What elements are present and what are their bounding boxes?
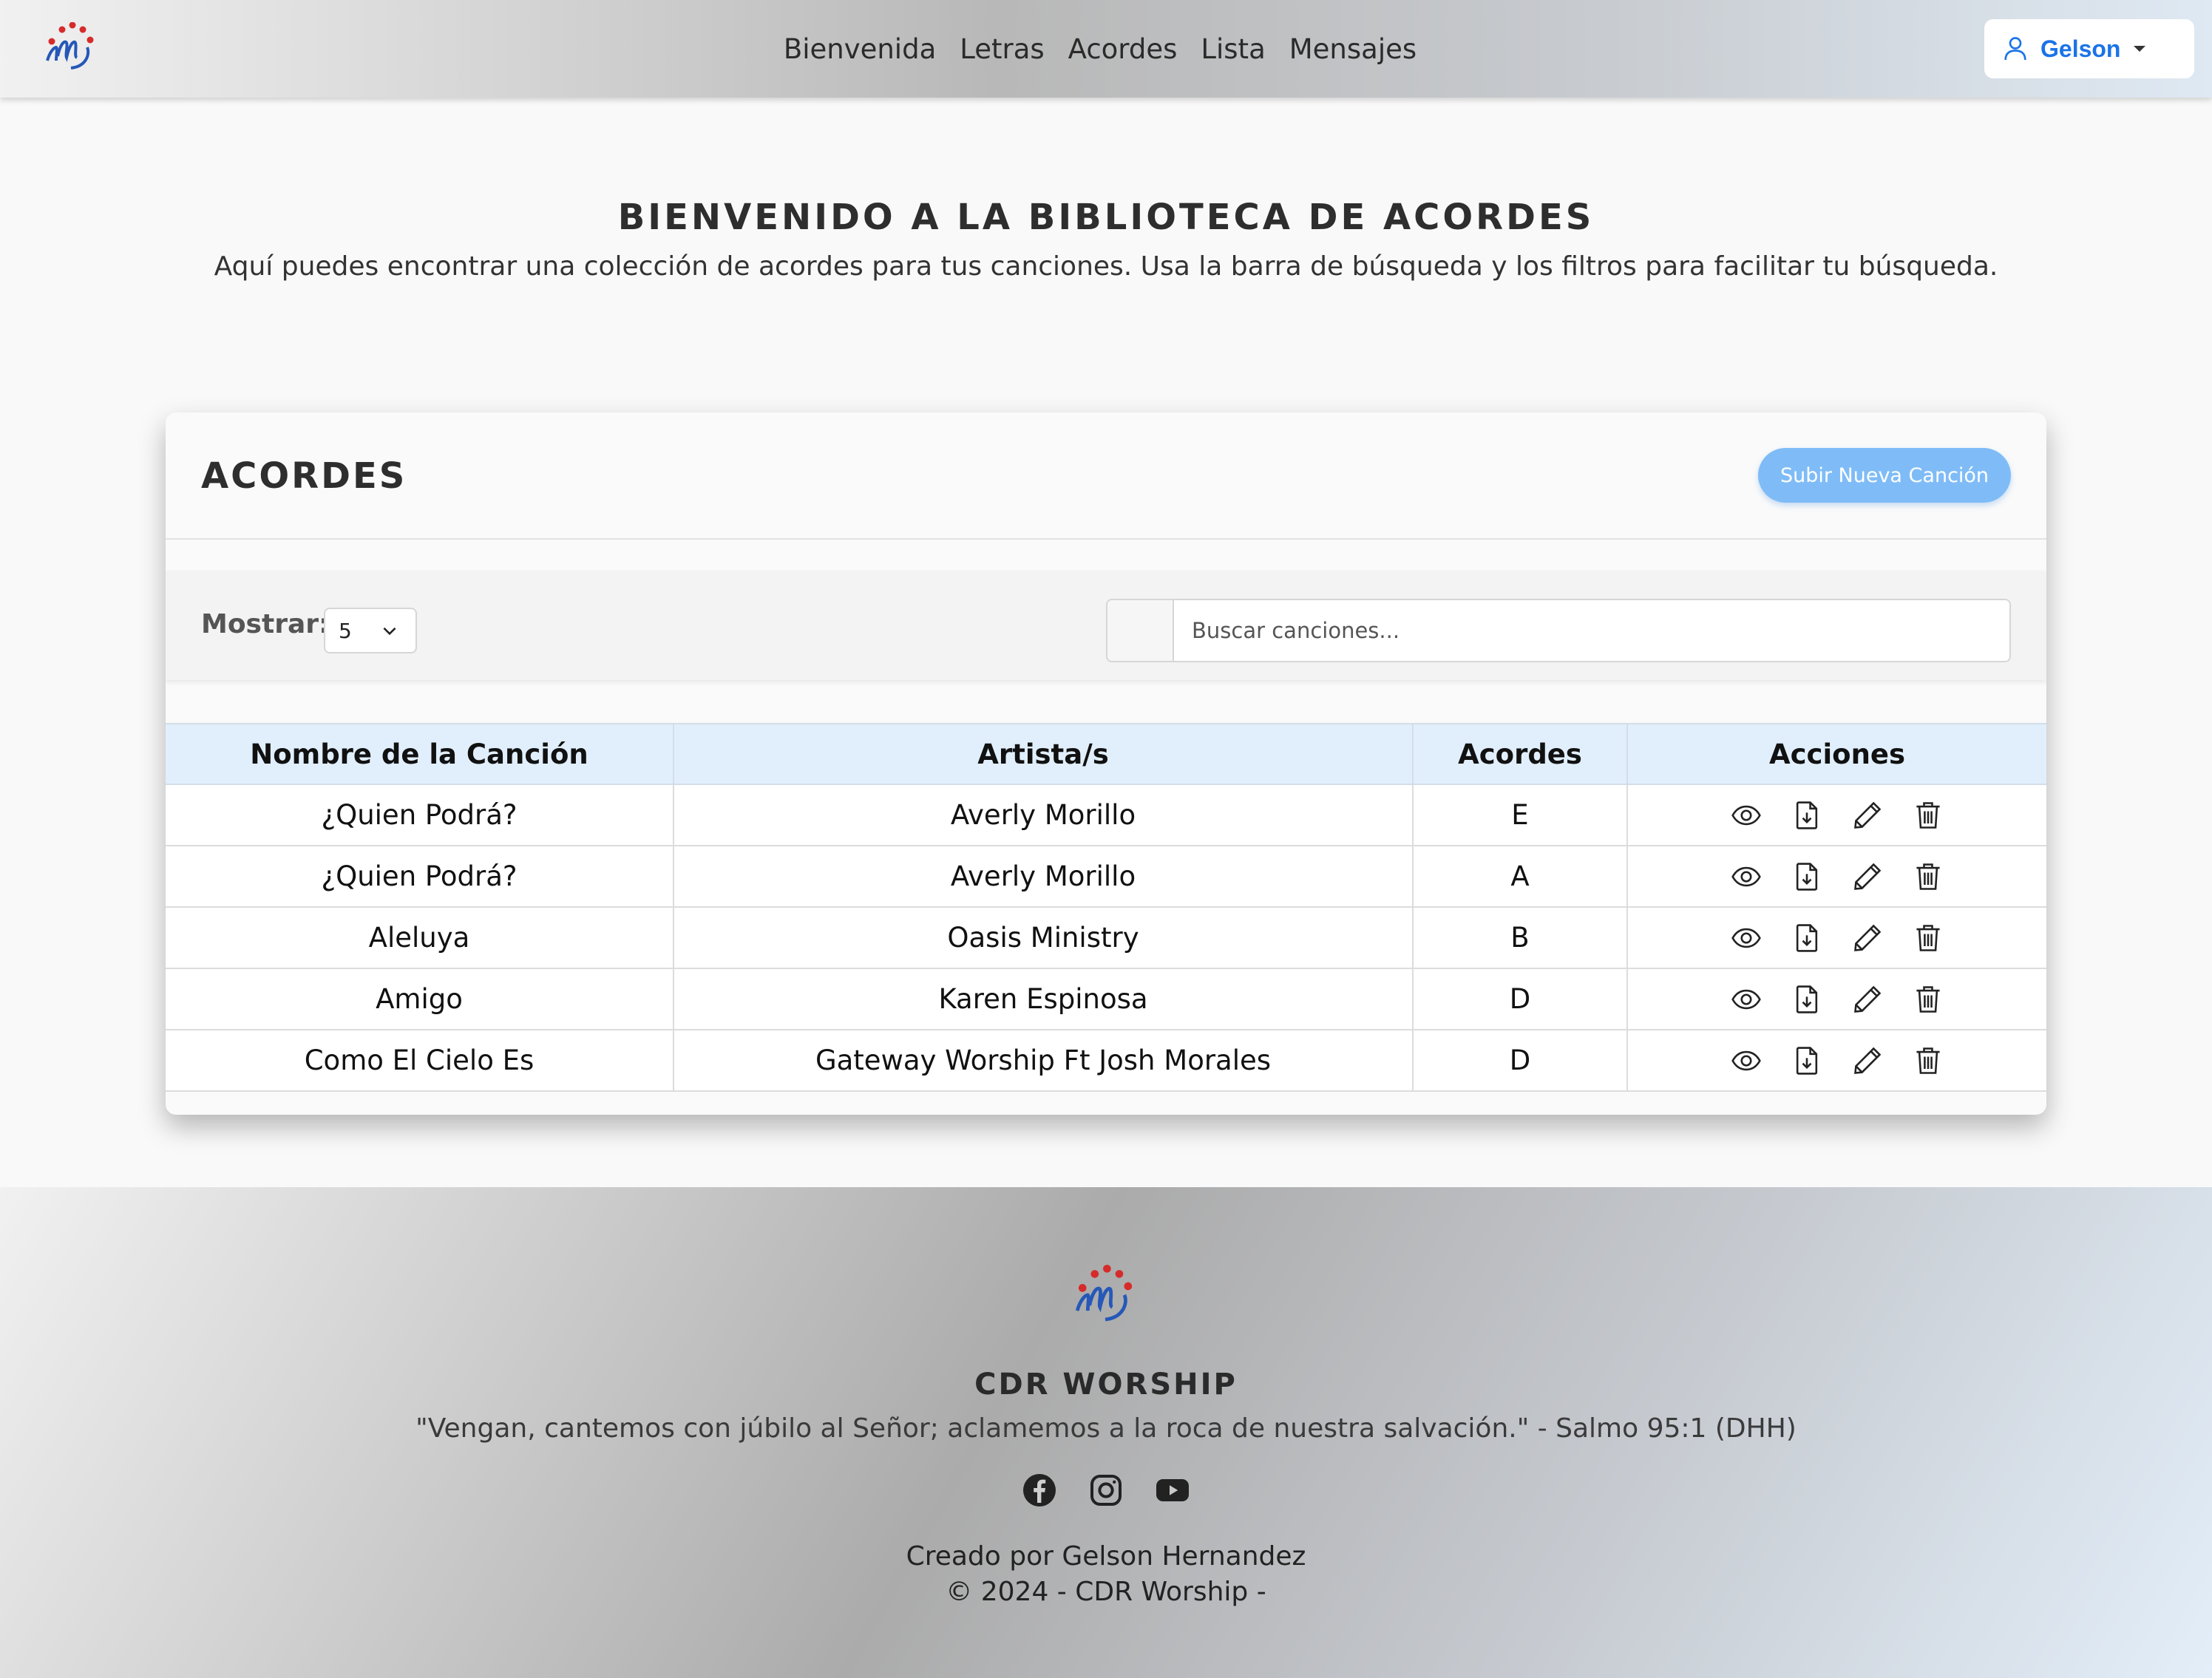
- row-actions: [1628, 799, 2046, 832]
- cell-artist: Averly Morillo: [673, 845, 1414, 908]
- user-icon: [2001, 34, 2030, 64]
- eye-icon[interactable]: [1730, 1044, 1763, 1077]
- upload-song-button[interactable]: Subir Nueva Canción: [1758, 448, 2011, 503]
- pencil-icon[interactable]: [1851, 1044, 1884, 1077]
- footer-credit: Creado por Gelson Hernandez © 2024 - CDR…: [0, 1539, 2212, 1610]
- card-header: ACORDES Subir Nueva Canción: [166, 412, 2046, 540]
- eye-icon[interactable]: [1730, 983, 1763, 1016]
- trash-icon[interactable]: [1912, 860, 1944, 893]
- eye-icon[interactable]: [1730, 799, 1763, 832]
- table-row: Aleluya Oasis Ministry B: [166, 906, 2046, 969]
- search-group: [1106, 599, 2011, 662]
- pencil-icon[interactable]: [1851, 983, 1884, 1016]
- card-title: ACORDES: [201, 455, 407, 497]
- nav-link-acordes[interactable]: Acordes: [1068, 33, 1178, 65]
- show-entries-label: Mostrar:: [201, 609, 330, 639]
- chevron-down-icon: [2134, 46, 2146, 52]
- file-download-icon[interactable]: [1791, 799, 1823, 832]
- trash-icon[interactable]: [1912, 922, 1944, 954]
- footer-brand: CDR WORSHIP: [974, 1368, 1238, 1402]
- page-title: BIENVENIDO A LA BIBLIOTECA DE ACORDES: [617, 197, 1595, 238]
- trash-icon[interactable]: [1912, 1044, 1944, 1077]
- pencil-icon[interactable]: [1851, 922, 1884, 954]
- cell-song-name: ¿Quien Podrá?: [166, 784, 674, 846]
- page-subtitle: Aquí puedes encontrar una colección de a…: [214, 251, 1998, 282]
- footer: CDR WORSHIP "Vengan, cantemos con júbilo…: [0, 1187, 2212, 1678]
- row-actions: [1628, 922, 2046, 954]
- songs-table: Nombre de la Canción Artista/s Acordes A…: [166, 723, 2046, 1092]
- cell-chord: A: [1412, 845, 1628, 908]
- cell-chord: D: [1412, 968, 1628, 1030]
- pencil-icon[interactable]: [1851, 799, 1884, 832]
- social-links: [0, 1473, 2212, 1508]
- file-download-icon[interactable]: [1791, 860, 1823, 893]
- user-name: Gelson: [2040, 35, 2121, 62]
- filter-bar: Mostrar: 5: [166, 571, 2046, 680]
- show-entries-value: 5: [339, 618, 352, 643]
- cell-chord: D: [1412, 1029, 1628, 1092]
- column-header-artist[interactable]: Artista/s: [673, 723, 1414, 785]
- chevron-down-icon: [380, 621, 399, 645]
- table-row: ¿Quien Podrá? Averly Morillo E: [166, 784, 2046, 846]
- nav-link-letras[interactable]: Letras: [960, 33, 1044, 65]
- table-body: ¿Quien Podrá? Averly Morillo E ¿Quien Podrá…: [166, 784, 2046, 1092]
- pencil-icon[interactable]: [1851, 860, 1884, 893]
- songs-table-wrap: Nombre de la Canción Artista/s Acordes A…: [166, 723, 2046, 1092]
- row-actions: [1628, 1044, 2046, 1077]
- cell-artist: Gateway Worship Ft Josh Morales: [673, 1029, 1414, 1092]
- nav-link-bienvenida[interactable]: Bienvenida: [784, 33, 936, 65]
- eye-icon[interactable]: [1730, 922, 1763, 954]
- cell-actions: [1626, 1029, 2046, 1092]
- search-addon: [1107, 600, 1174, 661]
- column-header-chords[interactable]: Acordes: [1412, 723, 1628, 785]
- cell-artist: Averly Morillo: [673, 784, 1414, 846]
- main-nav: Bienvenida Letras Acordes Lista Mensajes: [0, 0, 2212, 98]
- file-download-icon[interactable]: [1791, 922, 1823, 954]
- eye-icon[interactable]: [1730, 860, 1763, 893]
- row-actions: [1628, 983, 2046, 1016]
- cell-song-name: ¿Quien Podrá?: [166, 845, 674, 908]
- cdr-worship-logo: [1072, 1264, 1139, 1328]
- row-actions: [1628, 860, 2046, 893]
- instagram-icon[interactable]: [1088, 1473, 1124, 1508]
- cell-song-name: Aleluya: [166, 906, 674, 969]
- column-header-actions: Acciones: [1626, 723, 2046, 785]
- file-download-icon[interactable]: [1791, 1044, 1823, 1077]
- cell-artist: Karen Espinosa: [673, 968, 1414, 1030]
- trash-icon[interactable]: [1912, 799, 1944, 832]
- cell-actions: [1626, 906, 2046, 969]
- table-row: Amigo Karen Espinosa D: [166, 968, 2046, 1030]
- cell-artist: Oasis Ministry: [673, 906, 1414, 969]
- youtube-icon[interactable]: [1155, 1473, 1190, 1508]
- cell-song-name: Amigo: [166, 968, 674, 1030]
- nav-link-lista[interactable]: Lista: [1201, 33, 1265, 65]
- cell-chord: E: [1412, 784, 1628, 846]
- facebook-icon[interactable]: [1022, 1473, 1057, 1508]
- chords-card: ACORDES Subir Nueva Canción Mostrar: 5 N…: [166, 412, 2046, 1115]
- table-header-row: Nombre de la Canción Artista/s Acordes A…: [166, 723, 2046, 785]
- footer-quote: "Vengan, cantemos con júbilo al Señor; a…: [415, 1413, 1797, 1444]
- column-header-song[interactable]: Nombre de la Canción: [166, 723, 674, 785]
- nav-link-mensajes[interactable]: Mensajes: [1289, 33, 1417, 65]
- search-input[interactable]: [1174, 600, 2009, 661]
- footer-author: Creado por Gelson Hernandez: [906, 1541, 1306, 1572]
- table-row: ¿Quien Podrá? Averly Morillo A: [166, 845, 2046, 908]
- trash-icon[interactable]: [1912, 983, 1944, 1016]
- user-menu-button[interactable]: Gelson: [1984, 19, 2194, 78]
- show-entries-select[interactable]: 5: [324, 608, 417, 653]
- cell-chord: B: [1412, 906, 1628, 969]
- cell-actions: [1626, 968, 2046, 1030]
- file-download-icon[interactable]: [1791, 983, 1823, 1016]
- cell-actions: [1626, 845, 2046, 908]
- cell-song-name: Como El Cielo Es: [166, 1029, 674, 1092]
- footer-copyright: © 2024 - CDR Worship -: [946, 1577, 1266, 1607]
- table-row: Como El Cielo Es Gateway Worship Ft Josh …: [166, 1029, 2046, 1092]
- top-navbar: Bienvenida Letras Acordes Lista Mensajes…: [0, 0, 2212, 98]
- cell-actions: [1626, 784, 2046, 846]
